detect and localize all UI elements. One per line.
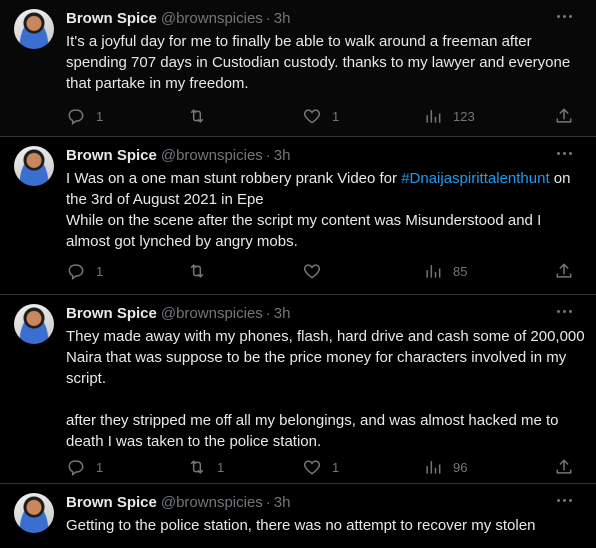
- heart-icon: [303, 460, 321, 475]
- like-count: 1: [332, 108, 340, 124]
- share-button[interactable]: [554, 455, 574, 479]
- timestamp[interactable]: 3h: [274, 494, 291, 511]
- retweet-button[interactable]: [187, 104, 217, 128]
- tweet-header: Brown Spice @brownspicies · 3h: [66, 9, 290, 29]
- reply-count: 1: [96, 108, 104, 124]
- like-button[interactable]: 1: [302, 455, 339, 479]
- like-button[interactable]: 1: [302, 104, 339, 128]
- share-button[interactable]: [554, 104, 574, 128]
- views-button[interactable]: 85: [423, 259, 467, 283]
- tweet-header: Brown Spice @brownspicies · 3h: [66, 146, 290, 166]
- tweet[interactable]: Brown Spice @brownspicies · 3h It's a joyfu…: [0, 0, 596, 136]
- tweet[interactable]: Brown Spice @brownspicies · 3h Getting to t…: [0, 484, 596, 548]
- view-count: 96: [453, 459, 468, 475]
- separator-dot: ·: [265, 10, 271, 27]
- retweet-button[interactable]: 1: [187, 455, 224, 479]
- like-button[interactable]: [302, 259, 332, 283]
- tweet-text: Getting to the police station, there was…: [66, 515, 586, 536]
- reply-button[interactable]: 1: [66, 259, 103, 283]
- separator-dot: ·: [265, 305, 271, 322]
- tweet-text: I Was on a one man stunt robbery prank V…: [66, 168, 586, 252]
- user-handle[interactable]: @brownspicies: [161, 10, 263, 27]
- avatar[interactable]: [14, 9, 54, 49]
- like-count: 1: [332, 459, 340, 475]
- separator-dot: ·: [265, 147, 271, 164]
- display-name[interactable]: Brown Spice: [66, 147, 157, 164]
- timestamp[interactable]: 3h: [274, 10, 291, 27]
- hashtag-link[interactable]: #Dnaijaspirittalenthunt: [401, 170, 549, 187]
- user-handle[interactable]: @brownspicies: [161, 494, 263, 511]
- avatar[interactable]: [14, 146, 54, 186]
- user-handle[interactable]: @brownspicies: [161, 147, 263, 164]
- retweet-icon: [190, 264, 204, 278]
- display-name[interactable]: Brown Spice: [66, 10, 157, 27]
- views-button[interactable]: 123: [423, 104, 475, 128]
- views-chart-icon: [426, 461, 441, 474]
- timestamp[interactable]: 3h: [274, 305, 291, 322]
- views-button[interactable]: 96: [423, 455, 467, 479]
- reply-count: 1: [96, 263, 104, 279]
- tweet-text: It's a joyful day for me to finally be a…: [66, 31, 586, 94]
- action-bar: 1 1 123: [0, 104, 596, 128]
- user-handle[interactable]: @brownspicies: [161, 305, 263, 322]
- tweet-header: Brown Spice @brownspicies · 3h: [66, 493, 290, 513]
- share-button[interactable]: [554, 259, 574, 283]
- more-icon[interactable]: [554, 142, 576, 164]
- reply-button[interactable]: 1: [66, 104, 103, 128]
- heart-icon: [303, 109, 321, 124]
- tweet[interactable]: Brown Spice @brownspicies · 3h They made aw…: [0, 295, 596, 483]
- views-chart-icon: [426, 110, 441, 123]
- views-chart-icon: [426, 265, 441, 278]
- tweet-body: I Was on a one man stunt robbery prank V…: [66, 168, 586, 252]
- view-count: 123: [453, 108, 475, 124]
- tweet[interactable]: Brown Spice @brownspicies · 3h I Was on a o…: [0, 137, 596, 294]
- retweet-count: 1: [217, 459, 225, 475]
- share-icon: [556, 459, 572, 474]
- tweet-body: Getting to the police station, there was…: [66, 517, 536, 534]
- share-icon: [556, 108, 572, 123]
- avatar[interactable]: [14, 493, 54, 533]
- display-name[interactable]: Brown Spice: [66, 305, 157, 322]
- tweet-text-part: I Was on a one man stunt robbery prank V…: [66, 170, 402, 187]
- retweet-icon: [190, 460, 204, 474]
- tweet-header: Brown Spice @brownspicies · 3h: [66, 304, 290, 324]
- retweet-button[interactable]: [187, 259, 217, 283]
- share-icon: [556, 263, 572, 278]
- avatar[interactable]: [14, 304, 54, 344]
- more-icon[interactable]: [554, 5, 576, 27]
- action-bar: 1 1 1 96: [0, 455, 596, 479]
- tweet-text: They made away with my phones, flash, ha…: [66, 326, 586, 452]
- separator-dot: ·: [265, 494, 271, 511]
- action-bar: 1 85: [0, 259, 596, 283]
- heart-icon: [303, 264, 321, 279]
- more-icon[interactable]: [554, 489, 576, 511]
- reply-icon: [68, 460, 84, 476]
- retweet-icon: [190, 109, 204, 123]
- tweet-body: It's a joyful day for me to finally be a…: [66, 33, 575, 92]
- tweet-body: They made away with my phones, flash, ha…: [66, 328, 585, 450]
- reply-count: 1: [96, 459, 104, 475]
- view-count: 85: [453, 263, 468, 279]
- display-name[interactable]: Brown Spice: [66, 494, 157, 511]
- reply-button[interactable]: 1: [66, 455, 103, 479]
- reply-icon: [68, 109, 84, 125]
- more-icon[interactable]: [554, 300, 576, 322]
- timestamp[interactable]: 3h: [274, 147, 291, 164]
- reply-icon: [68, 264, 84, 280]
